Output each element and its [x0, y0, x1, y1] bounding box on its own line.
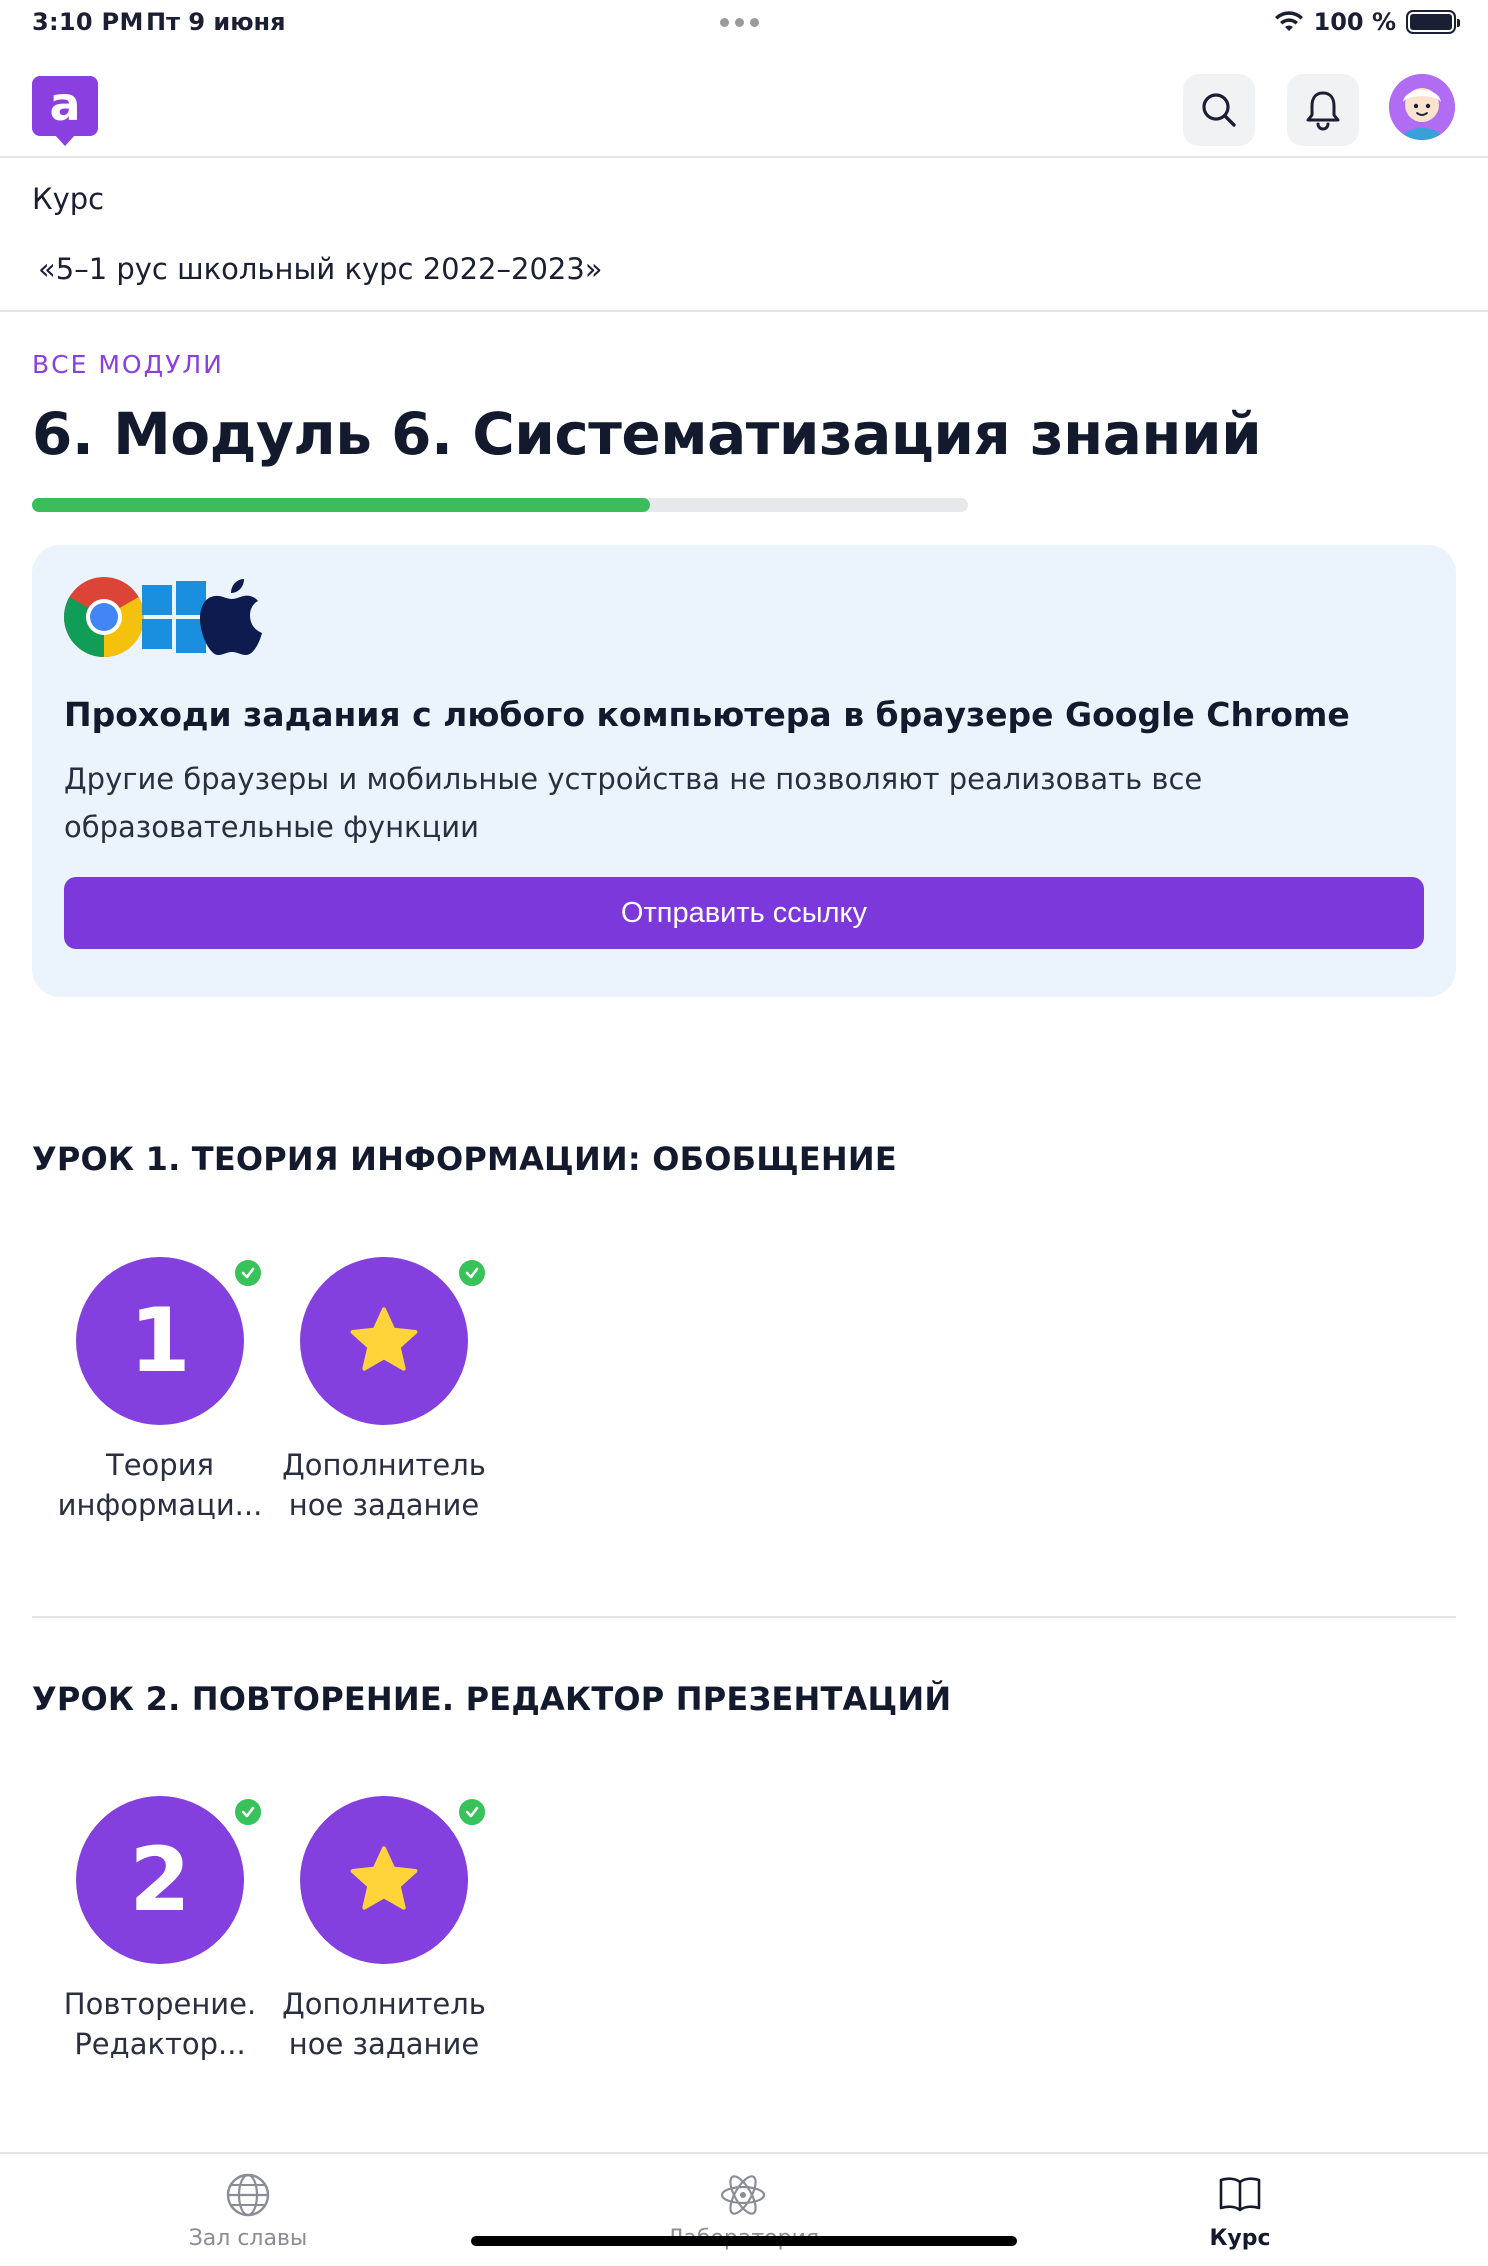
- search-button[interactable]: [1183, 74, 1255, 146]
- notifications-button[interactable]: [1287, 74, 1359, 146]
- check-icon: [232, 1796, 264, 1828]
- course-name[interactable]: «5–1 рус школьный курс 2022–2023»: [38, 252, 603, 286]
- check-icon: [232, 1257, 264, 1289]
- star-icon: [350, 1846, 418, 1910]
- user-avatar-icon: [1389, 74, 1455, 140]
- course-label: Курс: [32, 182, 105, 216]
- apple-icon: [200, 579, 262, 655]
- status-time: 3:10 PM: [32, 8, 144, 36]
- lesson-title: УРОК 2. ПОВТОРЕНИЕ. РЕДАКТОР ПРЕЗЕНТАЦИЙ: [32, 1680, 952, 1718]
- module-progress-fill: [32, 498, 650, 512]
- tab-label: Курс: [1209, 2226, 1271, 2251]
- lesson-title: УРОК 1. ТЕОРИЯ ИНФОРМАЦИИ: ОБОБЩЕНИЕ: [32, 1140, 897, 1178]
- chrome-banner: Проходи задания с любого компьютера в бр…: [32, 545, 1456, 997]
- tab-course[interactable]: Курс: [1140, 2172, 1340, 2251]
- tab-label: Зал славы: [188, 2226, 308, 2251]
- task-number[interactable]: 2: [76, 1796, 244, 1964]
- task-number[interactable]: 1: [76, 1257, 244, 1425]
- windows-icon: [142, 581, 206, 653]
- bell-icon: [1306, 91, 1340, 131]
- task-bonus[interactable]: [300, 1796, 468, 1964]
- status-date: Пт 9 июня: [146, 8, 286, 36]
- task-label: Дополнитель ное задание: [282, 1987, 486, 2061]
- atom-icon: [720, 2175, 766, 2215]
- multitasking-dots-icon[interactable]: [720, 18, 759, 27]
- search-icon: [1202, 93, 1236, 127]
- star-icon: [350, 1307, 418, 1371]
- banner-title: Проходи задания с любого компьютера в бр…: [64, 695, 1350, 734]
- app-logo[interactable]: a: [32, 76, 98, 146]
- battery-icon: [1406, 10, 1460, 34]
- course-selector[interactable]: Курс «5–1 рус школьный курс 2022–2023»: [0, 160, 1488, 312]
- banner-text: Другие браузеры и мобильные устройства н…: [64, 762, 1203, 844]
- lesson-divider: [32, 1616, 1456, 1618]
- home-indicator: [471, 2236, 1017, 2246]
- module-title: 6. Модуль 6. Систематизация знаний: [32, 400, 1262, 468]
- task-label: Теория информаци...: [57, 1448, 263, 1522]
- app-header: a: [0, 50, 1488, 158]
- tab-bar: Зал славы Лаборатория Курс: [0, 2152, 1488, 2266]
- check-icon: [456, 1796, 488, 1828]
- task-label: Повторение. Редактор...: [63, 1987, 257, 2061]
- status-bar: 3:10 PM Пт 9 июня 100 %: [0, 0, 1488, 50]
- module-progress-bar: [32, 498, 968, 512]
- wifi-icon: [1274, 11, 1303, 31]
- all-modules-link[interactable]: ВСЕ МОДУЛИ: [32, 350, 224, 379]
- chrome-icon: [64, 577, 144, 657]
- task-bonus[interactable]: [300, 1257, 468, 1425]
- check-icon: [456, 1257, 488, 1289]
- send-link-button[interactable]: Отправить ссылку: [64, 877, 1424, 949]
- battery-percent: 100 %: [1313, 8, 1397, 36]
- avatar[interactable]: [1389, 74, 1455, 140]
- browser-icons: [62, 575, 264, 659]
- status-right: 100 %: [1274, 8, 1460, 36]
- globe-icon: [226, 2173, 270, 2217]
- book-icon: [1219, 2177, 1261, 2212]
- tab-hall-of-fame[interactable]: Зал славы: [148, 2172, 348, 2251]
- task-label: Дополнитель ное задание: [282, 1448, 486, 1522]
